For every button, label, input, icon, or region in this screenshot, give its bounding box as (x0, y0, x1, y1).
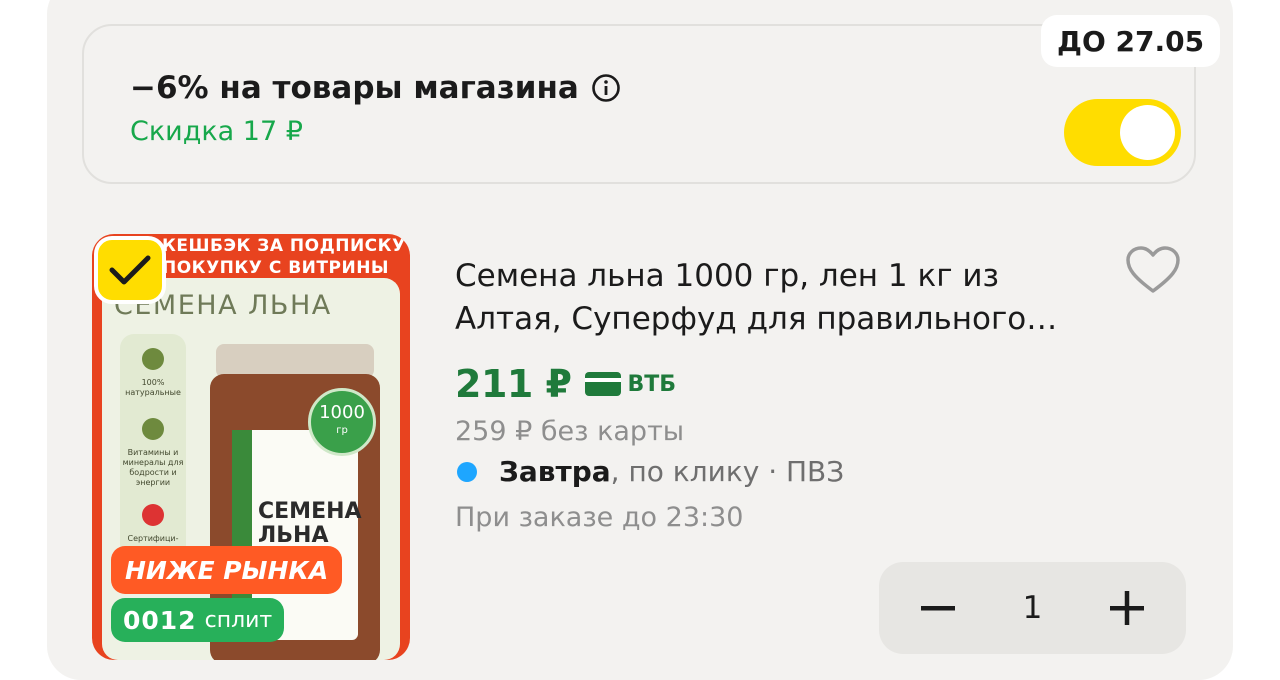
image-feature-3: Сертифици- (127, 534, 179, 543)
price: 211 ₽ (455, 362, 572, 406)
promo-title: −6% на товары магазина (130, 70, 579, 106)
toggle-knob (1120, 105, 1175, 160)
bank-name: ВТБ (627, 371, 677, 397)
weight-badge: 1000 гр (308, 388, 376, 456)
quantity-value: 1 (1022, 590, 1043, 626)
split-amount: 0012 (123, 605, 197, 635)
quantity-stepper: 1 (879, 562, 1186, 654)
delivery-details: , по клику · ПВЗ (610, 455, 845, 488)
weight-badge-unit: гр (336, 425, 348, 436)
product-title[interactable]: Семена льна 1000 гр, лен 1 кг из Алтая, … (455, 255, 1115, 341)
flag-icon (142, 504, 164, 526)
delivery-day: Завтра (499, 455, 611, 488)
minus-icon[interactable] (893, 562, 983, 654)
split-label: сплит (204, 607, 273, 633)
image-banner-line1: КЕШБЭК ЗА ПОДПИСКУ (162, 236, 406, 256)
image-features: 100% натуральные Витамины и минералы для… (120, 334, 186, 574)
bank-card-icon (584, 371, 622, 397)
heart-icon[interactable] (1124, 244, 1182, 296)
promo-deadline-badge: ДО 27.05 (1041, 15, 1221, 67)
jar-label-text: СЕМЕНА ЛЬНА (258, 499, 362, 548)
price-row: 211 ₽ ВТБ (455, 362, 676, 406)
jar-lid (216, 344, 374, 378)
order-deadline: При заказе до 23:30 (455, 502, 744, 533)
vitamin-icon (142, 418, 164, 440)
promo-discount-amount: Скидка 17 ₽ (130, 116, 303, 147)
promo-toggle[interactable] (1064, 99, 1181, 166)
below-market-tag: НИЖЕ РЫНКА (111, 546, 343, 594)
store-discount-card: −6% на товары магазина Скидка 17 ₽ (82, 24, 1196, 184)
image-banner-line2: ПОКУПКУ С ВИТРИНЫ (162, 258, 390, 278)
split-tag: 0012 сплит (111, 598, 285, 642)
delivery-info: Завтра , по клику · ПВЗ (457, 455, 844, 488)
delivery-status-dot (457, 461, 477, 482)
promo-title-row: −6% на товары магазина (130, 70, 621, 106)
image-feature-1: 100% натуральные (125, 378, 181, 397)
leaf-icon (142, 348, 164, 370)
image-feature-2: Витамины и минералы для бодрости и энерг… (122, 448, 184, 487)
select-item-checkbox[interactable] (94, 236, 166, 304)
price-without-card: 259 ₽ без карты (455, 416, 685, 447)
info-icon[interactable] (591, 73, 621, 103)
plus-icon[interactable] (1082, 562, 1172, 654)
weight-badge-value: 1000 (319, 402, 365, 423)
checkmark-icon (109, 255, 151, 285)
